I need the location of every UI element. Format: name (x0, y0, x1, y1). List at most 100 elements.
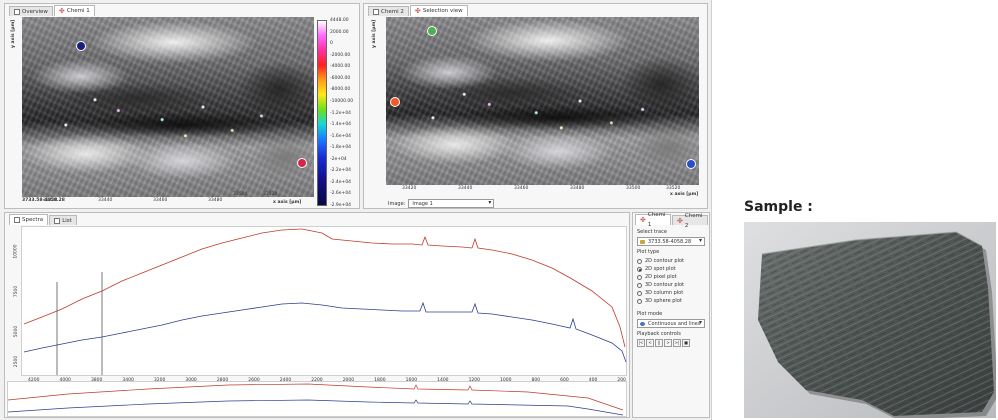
overview-blue (7, 399, 624, 416)
overview-image[interactable] (22, 17, 314, 197)
colorbar-label: -2.2e+04 (330, 168, 352, 174)
plot-type-option[interactable]: 2D contour plot (637, 257, 705, 265)
spectrum-blue (23, 301, 627, 363)
colorbar-label: 2000.00 (330, 29, 349, 35)
colorbar-label: -1.4e+04 (330, 122, 352, 128)
plot-type-option[interactable]: 2D pixel plot (637, 273, 705, 281)
plot-type-option[interactable]: 3D contour plot (637, 281, 705, 289)
chemi-icon: ✤ (677, 216, 683, 225)
x-tick: 33520 (263, 192, 278, 197)
pause-button[interactable]: || (655, 339, 663, 347)
radio-icon (637, 298, 642, 304)
y-tick: 2500 (14, 355, 20, 368)
y-axis-label: y axis [µm] (372, 19, 377, 48)
plot-type-option[interactable]: 3D sphere plot (637, 297, 705, 305)
radio-icon (637, 282, 642, 288)
y-tick: 10000 (13, 244, 19, 259)
x-tick: 33440 (98, 198, 113, 203)
colorbar (317, 20, 327, 206)
previous-frame-button[interactable]: < (646, 339, 654, 347)
tab-controls-chemi-2[interactable]: ✤ Chemi 2 (672, 213, 708, 229)
plot-type-options: 2D contour plot 2D spot plot 2D pixel pl… (637, 257, 705, 305)
stop-button[interactable]: ■ (682, 339, 690, 347)
selection-image[interactable] (386, 17, 699, 185)
next-frame-button[interactable]: > (664, 339, 672, 347)
x-tick: 33460 (153, 198, 168, 203)
spectrum-red (23, 228, 626, 348)
selection-tabs: Chemi 2 ✤ Selection view (368, 4, 469, 16)
image-select-row: Image: Image 1 (388, 199, 495, 208)
controls-tabs: ✤ Chemi 1 ✤ Chemi 2 (635, 212, 709, 229)
rock-sample-image (744, 222, 996, 418)
overview-panel: Overview ✤ Chemi 1 y axis [µm] 3733.58-40… (4, 3, 360, 209)
colorbar-label: -1.2e+04 (330, 110, 352, 116)
colorbar-label: -6000.00 (330, 75, 351, 81)
colorbar-label: -8000.00 (330, 87, 351, 93)
overview-svg (7, 383, 624, 416)
colorbar-label: -1.8e+04 (330, 145, 352, 151)
mineral-sparkles (386, 17, 699, 185)
radio-selected-icon (637, 266, 642, 272)
mineral-sparkles (22, 17, 314, 197)
image-select-label: Image: (388, 200, 406, 207)
x-axis-label: x axis [µm] (273, 200, 302, 205)
x-axis-label: x axis [µm] (670, 192, 699, 197)
x-tick: 33440 (458, 186, 473, 191)
colorbar-label: 4448.00 (330, 18, 349, 23)
plot-mode-select[interactable]: Continuous and lines (637, 319, 705, 328)
colorbar-label: -1.6e+04 (330, 133, 352, 139)
x-tick: 33420 (43, 198, 58, 203)
spectrum-marker-1[interactable] (76, 41, 86, 51)
x-tick: 33420 (402, 186, 417, 191)
spectrum-marker-2[interactable] (390, 97, 400, 107)
y-tick: 5000 (14, 325, 20, 338)
controls-panel: ✤ Chemi 1 ✤ Chemi 2 Select trace 3733.58-4… (632, 212, 710, 418)
trace-select[interactable]: 3733.58-4058.28 (637, 237, 705, 246)
spectra-plot[interactable]: 10000 7500 5000 2500 4200 4000 3800 3400… (14, 226, 627, 383)
tab-list[interactable]: List (49, 215, 77, 225)
tab-selection-view[interactable]: ✤ Selection view (409, 5, 468, 16)
radio-icon (637, 290, 642, 296)
tab-chemi-2[interactable]: Chemi 2 (368, 6, 409, 16)
colorbar-label: -10000.00 (330, 98, 354, 104)
plot-type-option[interactable]: 2D spot plot (637, 265, 705, 273)
x-tick: 33500 (626, 186, 641, 191)
select-trace-label: Select trace (637, 229, 667, 235)
chemi-icon: ✤ (58, 7, 65, 15)
spectrum-marker-2[interactable] (297, 158, 307, 168)
controls-body: Select trace 3733.58-4058.28 Plot type 2… (637, 226, 705, 347)
tab-chemi-1[interactable]: ✤ Chemi 1 (53, 5, 95, 16)
plot-mode-value: Continuous and lines (648, 321, 701, 327)
plot-mode-label: Plot mode (637, 311, 663, 317)
spectra-panel: Spectra List 10000 7500 5000 2500 4200 4… (4, 212, 630, 418)
tab-controls-chemi-1[interactable]: ✤ Chemi 1 (635, 212, 671, 228)
chemi-icon: ✤ (414, 7, 421, 15)
colorbar-label: -4000.00 (330, 64, 351, 70)
chemi-icon: ✤ (640, 216, 646, 224)
sample-photo (744, 222, 996, 418)
image-select-value: Image 1 (412, 201, 433, 207)
colorbar-label: -2.4e+04 (330, 179, 352, 185)
chart-icon (14, 217, 20, 223)
tab-overview[interactable]: Overview (9, 6, 53, 16)
plot-type-label: Plot type (637, 249, 660, 255)
y-tick: 7500 (14, 285, 20, 298)
x-tick: 33500 (233, 192, 248, 197)
image-select[interactable]: Image 1 (408, 199, 495, 208)
spectrum-marker-3[interactable] (686, 159, 696, 169)
spectra-overview-plot[interactable] (7, 381, 627, 417)
tab-spectra[interactable]: Spectra (9, 214, 49, 225)
spectrum-marker-1[interactable] (427, 26, 437, 36)
colorbar-label: -2000.00 (330, 52, 351, 58)
list-icon (54, 217, 61, 224)
app-window: Overview ✤ Chemi 1 y axis [µm] 3733.58-40… (0, 0, 712, 420)
last-frame-button[interactable]: >| (673, 339, 681, 347)
colorbar-label: -2.6e+04 (330, 191, 352, 197)
selection-panel: Chemi 2 ✤ Selection view y axis [µm] 3342… (363, 3, 708, 209)
x-tick: 33480 (208, 198, 223, 203)
plot-type-option[interactable]: 3D column plot (637, 289, 705, 297)
playback-label: Playback controls (637, 331, 681, 337)
first-frame-button[interactable]: |< (637, 339, 645, 347)
x-tick: 33460 (514, 186, 529, 191)
colorbar-labels: 4448.00 2000.00 0 -2000.00 -4000.00 -600… (330, 18, 353, 208)
